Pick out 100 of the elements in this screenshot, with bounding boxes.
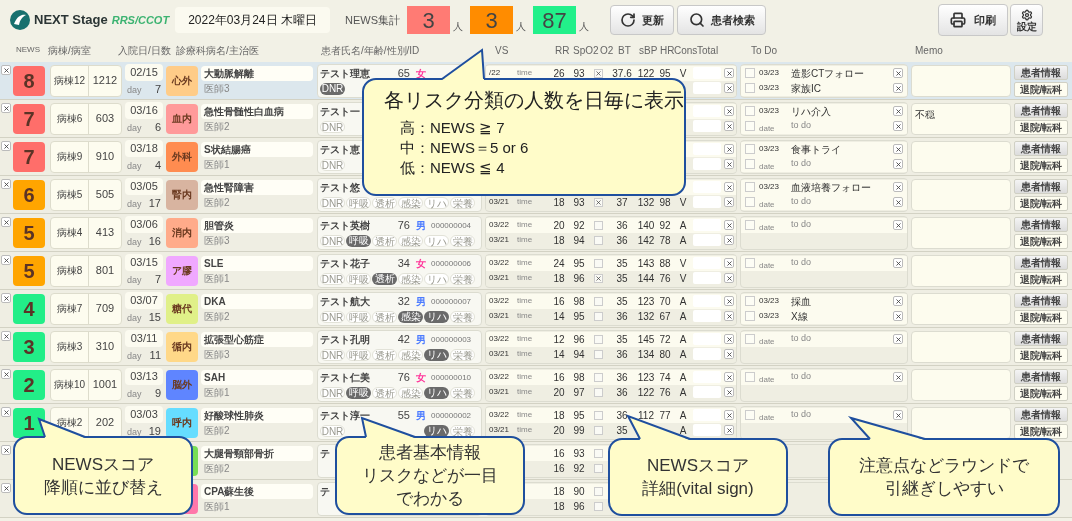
patient-name: テスト悠 (320, 181, 361, 195)
patient-age: 65 (396, 66, 410, 82)
rr-value: 18 (553, 484, 565, 499)
room-number: 505 (95, 187, 115, 203)
ward-name: 病棟4 (56, 226, 83, 240)
callout-text: 詳細(vital sign) (642, 478, 754, 500)
room-number: 801 (95, 263, 115, 279)
patient-name: テスト淳一 (320, 409, 371, 423)
doctor-name: 医師2 (203, 197, 231, 209)
diagnosis-field: 大腿骨頸部骨折 (201, 446, 313, 461)
hr-value: 98 (659, 195, 671, 210)
patient-id: 000000003 (431, 333, 472, 346)
admission-date: 03/05 (125, 178, 163, 195)
department-tag: 心外 (166, 65, 198, 96)
time-placeholder: time (517, 295, 533, 307)
ward-name: 病棟3 (56, 340, 83, 354)
ward-name: 病棟9 (56, 150, 83, 164)
admission-date: 03/16 (125, 102, 163, 119)
patient-name: テスト理恵 (320, 67, 371, 81)
column-header: NEWS (16, 44, 41, 56)
time-placeholder: time (517, 371, 533, 383)
time-placeholder: time (517, 348, 533, 360)
callout-text: でわかる (396, 488, 464, 510)
callout-text: 患者基本情報 (379, 442, 481, 464)
date-display: 2022年03月24日 木曜日 (175, 7, 330, 33)
sbp-value: 122 (637, 385, 655, 400)
room-number: 603 (95, 111, 115, 127)
spo2-value: 96 (573, 499, 585, 514)
time-placeholder: time (517, 424, 533, 436)
column-header: O2 (600, 43, 615, 58)
day-label: day (127, 273, 142, 287)
news-score: 7 (13, 141, 45, 172)
sbp-value: 142 (637, 233, 655, 248)
patient-id: 000000010 (431, 371, 472, 384)
doctor-name: 医師3 (203, 349, 231, 361)
cons-value: A (679, 370, 687, 385)
sbp-value: 134 (637, 347, 655, 362)
hr-value: 77 (659, 408, 671, 423)
diagnosis-field: 大動脈解離 (201, 66, 313, 81)
spo2-value: 98 (573, 294, 585, 309)
date-placeholder: date (759, 337, 775, 346)
todo-placeholder: to do (791, 195, 813, 209)
cons-value: V (679, 256, 687, 271)
rr-value: 12 (553, 332, 565, 347)
vital-date: 03/22 (489, 409, 510, 421)
ward-name: 病棟7 (56, 302, 83, 316)
department-tag: 呼内 (166, 407, 198, 438)
sbp-value: 145 (637, 332, 655, 347)
department-tag: 脳外 (166, 369, 198, 400)
day-label: day (127, 83, 142, 97)
patient-sex: 女 (416, 257, 427, 271)
todo-text: X線 (791, 309, 809, 324)
patient-id: 000000004 (431, 219, 472, 232)
cons-value: A (679, 385, 687, 400)
sbp-value: 112 (638, 408, 654, 423)
rr-value: 14 (553, 347, 565, 362)
column-header: To Do (751, 43, 779, 58)
vital-date: 03/21 (489, 424, 510, 436)
doctor-name: 医師2 (203, 121, 231, 133)
day-label: day (127, 311, 142, 325)
day-count: 7 (154, 271, 161, 287)
bt-value: 35 (616, 332, 628, 347)
news-score: 5 (13, 255, 45, 286)
ward-name: 病棟10 (53, 378, 86, 392)
doctor-name: 医師2 (203, 311, 231, 323)
spo2-value: 98 (573, 370, 585, 385)
time-placeholder: time (517, 219, 533, 231)
day-count: 17 (148, 195, 161, 211)
ward-name: 病棟2 (56, 416, 83, 430)
vital-date: 03/21 (489, 196, 510, 208)
spo2-value: 94 (573, 347, 585, 362)
patient-sex: 女 (416, 67, 427, 81)
todo-text: 採血 (791, 294, 812, 309)
column-header: 患者氏名/年齢/性別/ID (321, 43, 421, 58)
summary-label: NEWS集計 (345, 12, 400, 28)
date-placeholder: date (759, 413, 775, 422)
bt-value: 37 (616, 195, 628, 210)
spo2-value: 92 (573, 218, 585, 233)
rr-value: 16 (553, 294, 565, 309)
cons-value: A (679, 423, 687, 438)
bt-value: 36 (616, 408, 628, 423)
diagnosis-field: S状結腸癌 (201, 142, 313, 157)
day-label: day (127, 121, 142, 135)
todo-date: 03/23 (759, 67, 781, 79)
callout-text: 引継ぎしやすい (884, 478, 1004, 500)
department-tag: 外科 (166, 141, 198, 172)
patient-age: 55 (396, 408, 410, 424)
rr-value: 18 (553, 233, 565, 248)
news-score: 5 (13, 217, 45, 248)
rr-value: 18 (553, 408, 565, 423)
hr-value: 74 (659, 370, 671, 385)
todo-placeholder: to do (791, 408, 813, 422)
spo2-value: 93 (573, 195, 585, 210)
bt-value: 36 (616, 347, 628, 362)
patient-name: テスト航大 (320, 295, 371, 309)
patient-age: 76 (396, 218, 410, 234)
hr-value: 88 (659, 256, 671, 271)
department-tag: 血内 (166, 103, 198, 134)
vital-date: 03/22 (489, 371, 510, 383)
column-header: Memo (915, 43, 944, 58)
